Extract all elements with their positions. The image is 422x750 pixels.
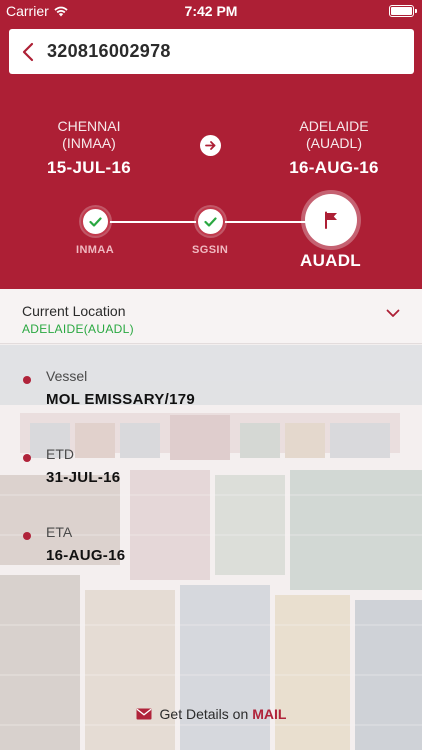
container-number: 320816002978 [47, 41, 171, 61]
check-icon [80, 207, 110, 236]
container-number-field[interactable]: 320816002978 [9, 29, 414, 74]
origin-port: CHENNAI (INMAA) 15-JUL-16 [9, 118, 169, 178]
mail-label: MAIL [252, 706, 287, 722]
destination-city: ADELAIDE [299, 118, 369, 134]
chevron-left-icon [22, 42, 34, 61]
detail-label: ETD [46, 446, 74, 462]
bullet-icon [23, 454, 31, 462]
stop-label: SGSIN [192, 244, 229, 256]
current-location-value: ADELAIDE(AUADL) [22, 322, 134, 336]
arrow-right-icon [200, 135, 221, 156]
chevron-down-icon[interactable] [386, 309, 400, 318]
bullet-icon [23, 532, 31, 540]
detail-label: ETA [46, 524, 73, 540]
detail-value: MOL EMISSARY/179 [46, 391, 196, 408]
mail-details-button[interactable]: Get Details on MAIL [0, 678, 422, 750]
detail-value: 31-JUL-16 [46, 469, 121, 486]
destination-port: ADELAIDE (AUADL) 16-AUG-16 [254, 118, 414, 178]
battery-icon [389, 5, 417, 17]
destination-code: (AUADL) [305, 135, 362, 151]
shipment-progress: INMAA SGSIN AUADL [0, 194, 422, 280]
back-button[interactable] [9, 29, 47, 74]
envelope-icon [136, 708, 152, 720]
flag-icon [304, 194, 357, 246]
route-summary: CHENNAI (INMAA) 15-JUL-16 ADELAIDE (AUAD… [0, 118, 422, 178]
check-icon [195, 207, 225, 236]
progress-stop: INMAA [76, 207, 114, 256]
origin-city: CHENNAI [57, 118, 121, 134]
header-panel: Carrier 7:42 PM 320816002978 CHENNAI (IN… [0, 0, 422, 289]
mail-link: Get Details on MAIL [160, 706, 287, 722]
origin-code: (INMAA) [62, 135, 116, 151]
progress-stop-current: AUADL [300, 194, 361, 271]
bullet-icon [23, 376, 31, 384]
stop-label: INMAA [76, 244, 115, 256]
current-location-dropdown[interactable]: Current Location ADELAIDE(AUADL) [0, 289, 422, 344]
progress-stop: SGSIN [192, 207, 228, 256]
clock: 7:42 PM [184, 3, 238, 19]
stop-label: AUADL [300, 251, 361, 270]
footer-text: Get Details on [159, 706, 249, 722]
destination-date: 16-AUG-16 [289, 158, 379, 177]
origin-date: 15-JUL-16 [47, 158, 131, 177]
current-location-title: Current Location [22, 303, 126, 319]
status-bar: Carrier 7:42 PM [0, 0, 422, 22]
detail-value: 16-AUG-16 [46, 547, 126, 564]
detail-label: Vessel [46, 368, 88, 384]
